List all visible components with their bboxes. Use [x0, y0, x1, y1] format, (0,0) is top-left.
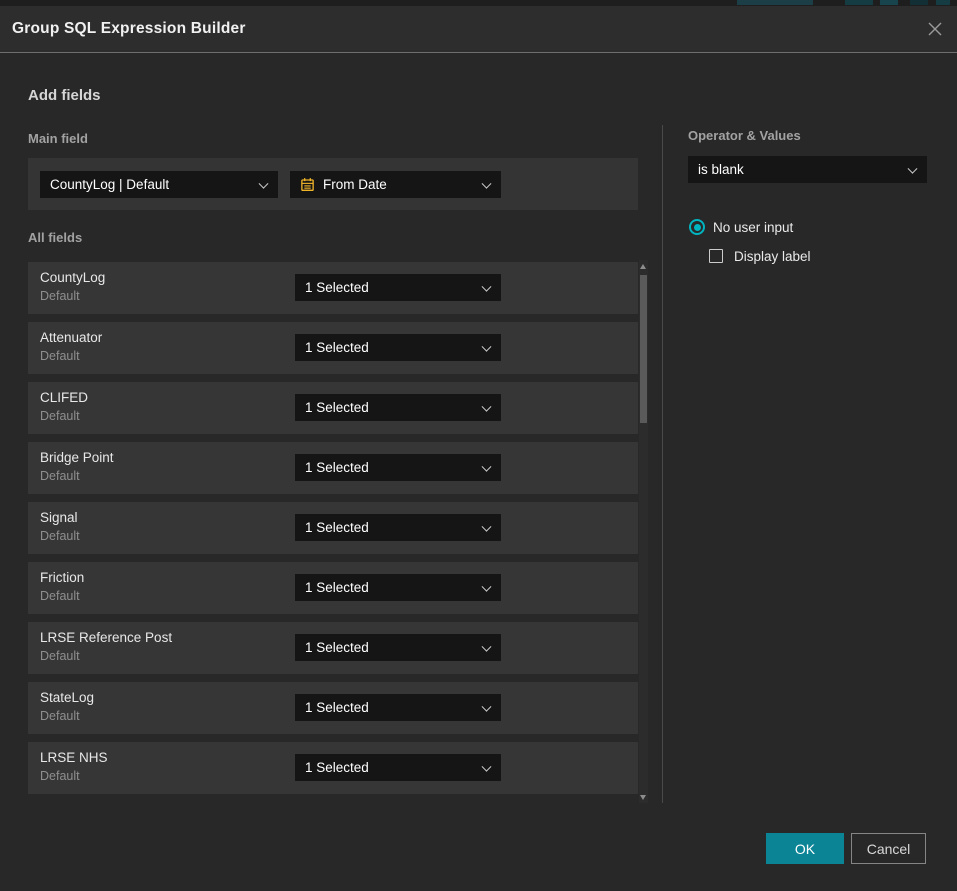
main-field-panel: CountyLog | Default From Date	[28, 158, 638, 210]
field-selected-dropdown[interactable]: 1 Selected	[295, 274, 501, 301]
field-selected-value: 1 Selected	[305, 340, 369, 355]
background-app-toolbar-segment	[936, 0, 950, 5]
scrollbar-up-arrow-icon[interactable]	[640, 264, 646, 269]
field-selected-dropdown[interactable]: 1 Selected	[295, 574, 501, 601]
chevron-down-icon	[482, 581, 492, 591]
field-name: Bridge Point	[40, 450, 114, 465]
no-user-input-label: No user input	[713, 220, 793, 235]
field-subtitle: Default	[40, 769, 80, 783]
main-field-source-value: CountyLog | Default	[50, 177, 169, 192]
field-subtitle: Default	[40, 649, 80, 663]
field-row: Bridge Point Default 1 Selected	[28, 442, 638, 494]
display-label-label: Display label	[734, 249, 811, 264]
field-name: CLIFED	[40, 390, 88, 405]
field-row: Friction Default 1 Selected	[28, 562, 638, 614]
field-name: StateLog	[40, 690, 94, 705]
field-row: StateLog Default 1 Selected	[28, 682, 638, 734]
panel-divider	[662, 125, 663, 803]
field-selected-value: 1 Selected	[305, 280, 369, 295]
field-row: LRSE NHS Default 1 Selected	[28, 742, 638, 794]
field-selected-dropdown[interactable]: 1 Selected	[295, 514, 501, 541]
field-name: LRSE NHS	[40, 750, 108, 765]
operator-value: is blank	[698, 162, 744, 177]
field-selected-value: 1 Selected	[305, 640, 369, 655]
ok-button[interactable]: OK	[766, 833, 844, 864]
chevron-down-icon	[482, 461, 492, 471]
field-selected-value: 1 Selected	[305, 400, 369, 415]
chevron-down-icon	[908, 163, 918, 173]
field-subtitle: Default	[40, 349, 80, 363]
field-row: Attenuator Default 1 Selected	[28, 322, 638, 374]
background-app-toolbar-segment	[845, 0, 873, 5]
chevron-down-icon	[482, 281, 492, 291]
chevron-down-icon	[259, 178, 269, 188]
field-name: CountyLog	[40, 270, 105, 285]
field-selected-dropdown[interactable]: 1 Selected	[295, 454, 501, 481]
operator-dropdown[interactable]: is blank	[688, 156, 927, 183]
calendar-date-icon	[300, 177, 315, 192]
field-name: Attenuator	[40, 330, 102, 345]
background-app-toolbar-segment	[880, 0, 898, 5]
scrollbar-thumb[interactable]	[640, 275, 647, 423]
field-subtitle: Default	[40, 709, 80, 723]
field-row: CLIFED Default 1 Selected	[28, 382, 638, 434]
dialog-title: Group SQL Expression Builder	[12, 20, 246, 38]
main-field-field-dropdown[interactable]: From Date	[290, 171, 501, 198]
no-user-input-radio[interactable]	[689, 219, 705, 235]
chevron-down-icon	[482, 641, 492, 651]
list-scrollbar[interactable]	[639, 260, 648, 803]
main-field-field-value: From Date	[323, 177, 387, 192]
field-row: Signal Default 1 Selected	[28, 502, 638, 554]
field-selected-value: 1 Selected	[305, 760, 369, 775]
field-subtitle: Default	[40, 409, 80, 423]
field-row: CountyLog Default 1 Selected	[28, 262, 638, 314]
field-selected-dropdown[interactable]: 1 Selected	[295, 754, 501, 781]
close-icon[interactable]	[926, 20, 944, 38]
chevron-down-icon	[482, 521, 492, 531]
field-selected-value: 1 Selected	[305, 520, 369, 535]
field-subtitle: Default	[40, 589, 80, 603]
chevron-down-icon	[482, 341, 492, 351]
field-selected-dropdown[interactable]: 1 Selected	[295, 334, 501, 361]
background-app-toolbar-segment	[910, 0, 928, 5]
field-name: Friction	[40, 570, 84, 585]
all-fields-label: All fields	[28, 230, 82, 245]
field-selected-dropdown[interactable]: 1 Selected	[295, 694, 501, 721]
field-name: LRSE Reference Post	[40, 630, 172, 645]
operator-values-label: Operator & Values	[688, 128, 801, 143]
field-selected-value: 1 Selected	[305, 580, 369, 595]
background-app-toolbar-segment	[737, 0, 813, 5]
field-row: LRSE Reference Post Default 1 Selected	[28, 622, 638, 674]
display-label-checkbox[interactable]	[709, 249, 723, 263]
cancel-button[interactable]: Cancel	[851, 833, 926, 864]
field-subtitle: Default	[40, 529, 80, 543]
main-field-label: Main field	[28, 131, 88, 146]
field-selected-value: 1 Selected	[305, 460, 369, 475]
field-selected-dropdown[interactable]: 1 Selected	[295, 634, 501, 661]
chevron-down-icon	[482, 761, 492, 771]
chevron-down-icon	[482, 701, 492, 711]
main-field-source-dropdown[interactable]: CountyLog | Default	[40, 171, 278, 198]
scrollbar-down-arrow-icon[interactable]	[640, 795, 646, 800]
field-subtitle: Default	[40, 469, 80, 483]
field-subtitle: Default	[40, 289, 80, 303]
field-name: Signal	[40, 510, 78, 525]
add-fields-heading: Add fields	[28, 87, 101, 104]
chevron-down-icon	[482, 178, 492, 188]
field-selected-dropdown[interactable]: 1 Selected	[295, 394, 501, 421]
chevron-down-icon	[482, 401, 492, 411]
field-selected-value: 1 Selected	[305, 700, 369, 715]
dialog-header: Group SQL Expression Builder	[0, 6, 957, 53]
